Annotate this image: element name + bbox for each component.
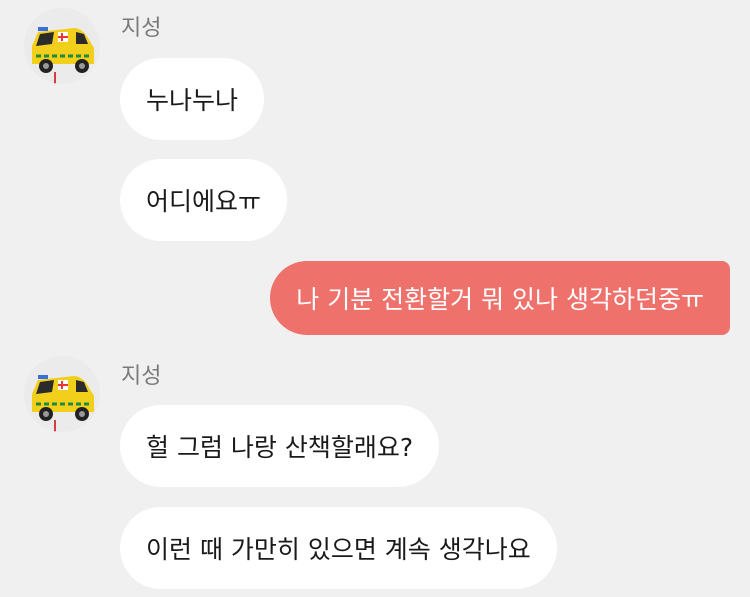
sender-avatar[interactable] (24, 356, 100, 432)
sender-avatar[interactable] (24, 8, 100, 84)
outgoing-message-bubble[interactable]: 나 기분 전환할거 뭐 있나 생각하던중ㅠ (270, 261, 730, 335)
message-bubble[interactable]: 헐 그럼 나랑 산책할래요? (120, 405, 440, 487)
message-bubble[interactable]: 이런 때 가만히 있으면 계속 생각나요 (120, 507, 557, 589)
message-bubble[interactable]: 어디에요ㅠ (120, 159, 288, 241)
ambulance-icon (24, 8, 100, 84)
ambulance-icon (24, 356, 100, 432)
sender-name: 지성 (121, 364, 162, 389)
sender-name: 지성 (121, 16, 162, 41)
message-bubble[interactable]: 누나누나 (120, 58, 265, 140)
